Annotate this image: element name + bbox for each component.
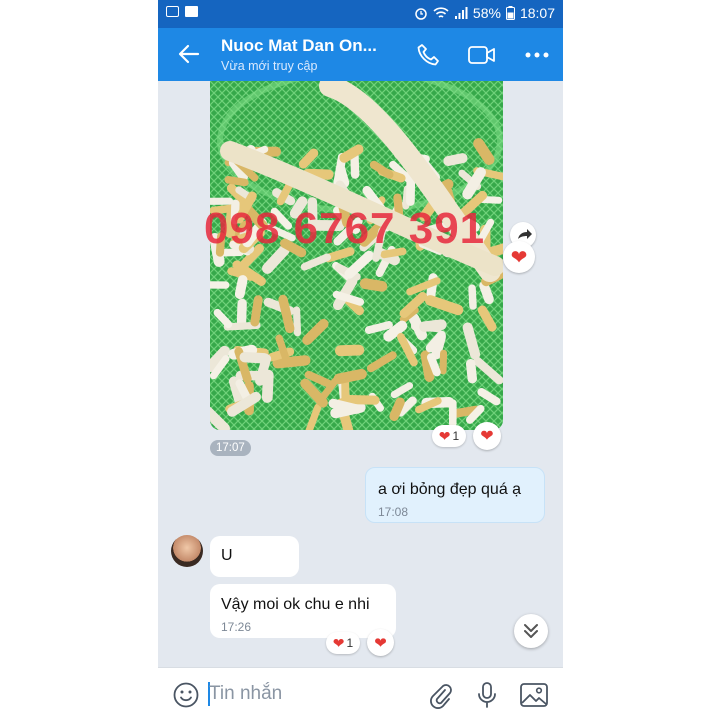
clock: 18:07 — [519, 5, 555, 21]
snack-piece — [350, 151, 360, 179]
message-text: Vậy moi ok chu e nhi — [221, 596, 370, 613]
heart-icon: ❤ — [480, 428, 494, 445]
phone-watermark: 098 6767 391 — [204, 204, 486, 253]
more-options-icon[interactable] — [524, 41, 550, 69]
heart-icon: ❤ — [510, 246, 528, 269]
snack-piece — [359, 278, 388, 292]
snack-piece — [465, 359, 478, 384]
snack-piece — [261, 369, 274, 403]
folder-notification-icon — [185, 6, 198, 17]
photo-timestamp: 17:07 — [210, 440, 251, 456]
chat-header: Nuoc Mat Dan On... Vừa mới truy cập — [158, 28, 563, 81]
message-time: 17:08 — [378, 505, 409, 519]
status-bar: 58% 18:07 — [158, 0, 563, 28]
gallery-notification-icon — [166, 6, 179, 17]
reaction-summary[interactable]: ❤ 1 — [432, 425, 466, 447]
reaction-count: 1 — [452, 429, 460, 443]
snack-piece — [334, 344, 365, 357]
snack-piece — [250, 295, 263, 327]
outgoing-message-bubble[interactable]: a ơi bỏng đẹp quá ạ 17:08 — [365, 467, 545, 523]
back-arrow-icon[interactable] — [174, 40, 204, 68]
react-heart-button[interactable]: ❤ — [367, 629, 394, 656]
image-picker-icon[interactable] — [519, 681, 549, 709]
snack-piece — [224, 175, 249, 187]
alarm-icon — [415, 8, 427, 20]
snack-piece — [239, 351, 270, 364]
react-heart-button[interactable]: ❤ — [473, 422, 501, 450]
snack-piece — [419, 319, 447, 332]
incoming-message-bubble[interactable]: U — [210, 536, 299, 577]
video-call-icon[interactable] — [467, 41, 497, 69]
snack-piece — [426, 353, 441, 377]
emoji-icon[interactable] — [172, 681, 200, 709]
snack-piece — [234, 275, 248, 300]
incoming-message-bubble[interactable]: Vậy moi ok chu e nhi 17:26 — [210, 584, 396, 638]
message-text: a ơi bỏng đẹp quá ạ — [378, 481, 522, 498]
photo-message[interactable] — [210, 81, 503, 430]
snack-piece — [292, 306, 302, 337]
snack-piece — [468, 284, 477, 310]
heart-icon: ❤ — [438, 427, 451, 444]
message-time: 17:26 — [221, 620, 252, 634]
reaction-count: 1 — [346, 636, 354, 650]
heart-icon: ❤ — [332, 634, 345, 651]
wifi-icon — [433, 7, 449, 18]
message-text: U — [221, 547, 233, 564]
snack-piece — [341, 394, 380, 405]
message-input[interactable]: Tin nhắn — [209, 683, 282, 705]
snack-piece — [364, 321, 393, 334]
scroll-to-bottom-button[interactable] — [514, 614, 548, 648]
reaction-summary[interactable]: ❤ 1 — [326, 632, 360, 654]
message-composer: Tin nhắn — [158, 667, 563, 720]
snack-piece — [272, 355, 311, 369]
snack-piece — [278, 294, 295, 334]
contact-avatar[interactable] — [171, 535, 203, 567]
chat-screen: 58% 18:07 Nuoc Mat Dan On... Vừa mới tru… — [158, 0, 563, 720]
photo-image — [210, 81, 503, 430]
snack-piece — [328, 398, 362, 414]
contact-name[interactable]: Nuoc Mat Dan On... — [221, 36, 377, 56]
react-heart-button[interactable]: ❤ — [503, 241, 535, 273]
contact-status: Vừa mới truy cập — [221, 59, 318, 73]
snack-piece — [333, 368, 367, 385]
signal-icon — [454, 7, 468, 19]
snack-piece — [443, 153, 468, 167]
microphone-icon[interactable] — [476, 681, 498, 709]
snack-piece — [389, 397, 405, 422]
double-chevron-down-icon — [524, 624, 538, 638]
snack-piece — [479, 280, 494, 305]
snack-piece — [439, 349, 448, 375]
heart-icon: ❤ — [374, 634, 387, 652]
attachment-icon[interactable] — [428, 681, 452, 709]
battery-icon — [505, 6, 515, 20]
snack-piece — [236, 298, 247, 328]
phone-call-icon[interactable] — [414, 41, 442, 69]
snack-piece — [479, 195, 503, 204]
battery-percent: 58% — [472, 5, 501, 21]
snack-piece — [462, 322, 481, 360]
